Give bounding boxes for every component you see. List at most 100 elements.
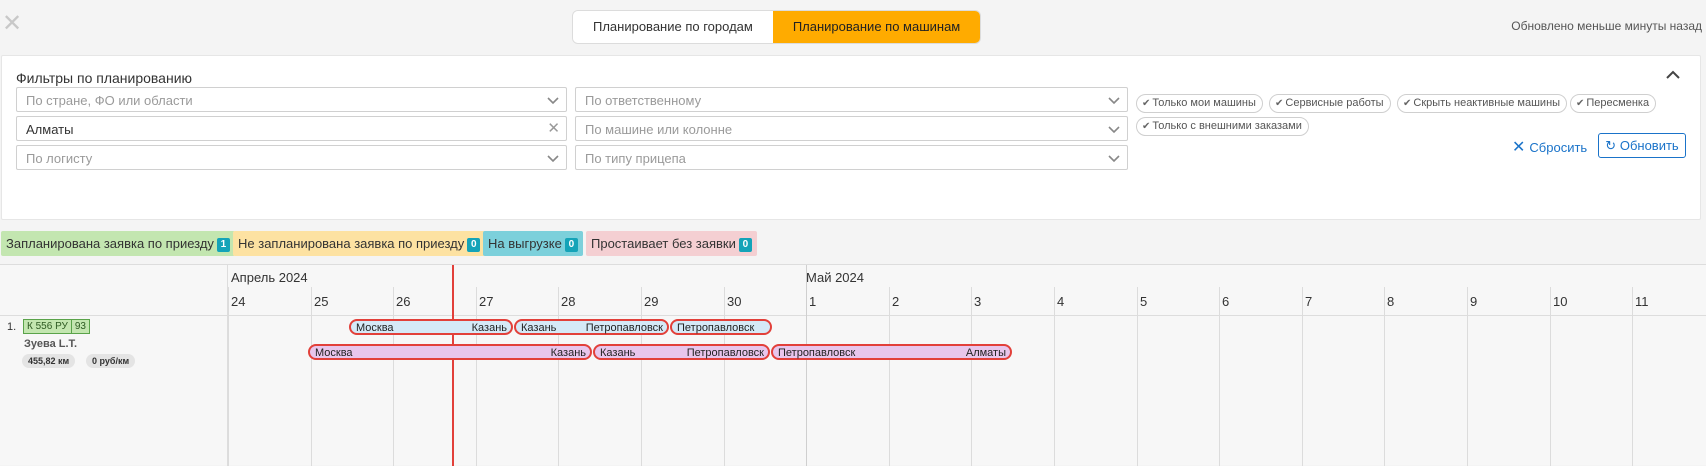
tab-by-cities[interactable]: Планирование по городам bbox=[573, 11, 773, 43]
chip-label: Скрыть неактивные машины bbox=[1413, 97, 1561, 109]
chevron-down-icon bbox=[547, 155, 559, 163]
count-badge: 0 bbox=[467, 238, 481, 252]
chevron-up-icon[interactable] bbox=[1664, 66, 1682, 84]
day-label: 7 bbox=[1305, 294, 1313, 309]
day-label: 11 bbox=[1635, 294, 1649, 309]
refresh-label: Обновить bbox=[1619, 138, 1679, 153]
chip-my-vehicles[interactable]: ✔ Только мои машины bbox=[1136, 94, 1263, 113]
day-label: 8 bbox=[1387, 294, 1395, 309]
trip-bar[interactable]: Москва Казань bbox=[308, 344, 592, 360]
day-label: 28 bbox=[561, 294, 576, 309]
chevron-down-icon bbox=[1108, 155, 1120, 163]
check-icon: ✔ bbox=[1576, 98, 1585, 109]
distance-badge: 455,82 км bbox=[22, 354, 76, 368]
day-label: 10 bbox=[1553, 294, 1568, 309]
day-label: 5 bbox=[1140, 294, 1148, 309]
plate-number: К 556 РУ bbox=[27, 321, 68, 332]
chip-external-orders[interactable]: ✔ Только с внешними заказами bbox=[1136, 117, 1309, 136]
filters-title: Фильтры по планированию bbox=[16, 70, 193, 86]
day-label: 30 bbox=[727, 294, 742, 309]
region-select-placeholder: По стране, ФО или области bbox=[26, 93, 193, 108]
count-badge: 1 bbox=[216, 238, 230, 252]
responsible-select[interactable]: По ответственному bbox=[575, 87, 1128, 112]
trip-bar[interactable]: Петропавловск bbox=[670, 319, 772, 335]
vehicle-column: 1. К 556 РУ 93 Зуева L.T. 455,82 км 0 ру… bbox=[0, 265, 228, 466]
trip-origin: Казань bbox=[521, 322, 557, 334]
chevron-down-icon bbox=[1108, 126, 1120, 134]
logist-select-placeholder: По логисту bbox=[26, 151, 93, 166]
chip-label: Только мои машины bbox=[1152, 97, 1256, 109]
tab-by-vehicles[interactable]: Планирование по машинам bbox=[772, 11, 981, 43]
clear-icon[interactable]: ✕ bbox=[547, 119, 560, 137]
chip-service-works[interactable]: ✔ Сервисные работы bbox=[1269, 94, 1391, 113]
day-label: 9 bbox=[1470, 294, 1478, 309]
month-label: Апрель 2024 bbox=[231, 270, 308, 285]
driver-name: Зуева L.T. bbox=[24, 338, 78, 350]
trip-bar[interactable]: Казань Петропавловск bbox=[514, 319, 669, 335]
city-select[interactable]: Алматы ✕ bbox=[16, 116, 567, 141]
day-label: 26 bbox=[396, 294, 411, 309]
day-divider bbox=[1219, 287, 1220, 466]
trailer-select-placeholder: По типу прицепа bbox=[585, 151, 686, 166]
planning-mode-switch: Планирование по городам Планирование по … bbox=[573, 11, 981, 43]
trip-bar[interactable]: Москва Казань bbox=[349, 319, 513, 335]
month-label: Май 2024 bbox=[806, 270, 864, 285]
legend-label: На выгрузке bbox=[488, 236, 562, 251]
close-icon: ✕ bbox=[1512, 139, 1526, 156]
trip-bar[interactable]: Казань Петропавловск bbox=[593, 344, 770, 360]
day-divider bbox=[1384, 287, 1385, 466]
refresh-button[interactable]: ↻ Обновить bbox=[1598, 133, 1686, 158]
chip-hide-inactive[interactable]: ✔ Скрыть неактивные машины bbox=[1397, 94, 1568, 113]
trip-bar[interactable]: Петропавловск Алматы bbox=[771, 344, 1012, 360]
region-select[interactable]: По стране, ФО или области bbox=[16, 87, 567, 112]
day-divider bbox=[476, 287, 477, 466]
day-label: 4 bbox=[1057, 294, 1065, 309]
chip-label: Пересменка bbox=[1586, 97, 1650, 109]
row-number: 1. bbox=[7, 321, 17, 333]
day-divider bbox=[558, 287, 559, 466]
license-plate[interactable]: К 556 РУ 93 bbox=[23, 319, 90, 334]
legend-label: Не запланирована заявка по приезду bbox=[238, 236, 465, 251]
check-icon: ✔ bbox=[1403, 98, 1412, 109]
top-bar: ✕ Планирование по городам Планирование п… bbox=[0, 0, 1706, 52]
day-divider bbox=[724, 287, 725, 466]
logist-select[interactable]: По логисту bbox=[16, 145, 567, 170]
count-badge: 0 bbox=[564, 238, 578, 252]
day-label: 27 bbox=[479, 294, 494, 309]
day-divider bbox=[1137, 287, 1138, 466]
chip-label: Сервисные работы bbox=[1285, 97, 1384, 109]
legend-unloading: На выгрузке 0 bbox=[483, 231, 583, 256]
trip-origin: Москва bbox=[356, 322, 394, 334]
header-divider bbox=[0, 315, 228, 316]
day-label: 2 bbox=[892, 294, 900, 309]
trailer-select[interactable]: По типу прицепа bbox=[575, 145, 1128, 170]
reset-button[interactable]: ✕ Сбросить bbox=[1512, 137, 1587, 157]
refresh-icon: ↻ bbox=[1605, 138, 1617, 153]
day-divider bbox=[1302, 287, 1303, 466]
chip-label: Только с внешними заказами bbox=[1152, 120, 1302, 132]
day-label: 6 bbox=[1222, 294, 1230, 309]
day-label: 3 bbox=[974, 294, 982, 309]
day-divider bbox=[1550, 287, 1551, 466]
updated-status: Обновлено меньше минуты назад bbox=[1511, 19, 1702, 33]
day-label: 29 bbox=[644, 294, 659, 309]
chevron-down-icon bbox=[547, 97, 559, 105]
trip-destination: Петропавловск bbox=[585, 322, 663, 334]
close-icon[interactable]: ✕ bbox=[2, 12, 22, 36]
plate-region: 93 bbox=[70, 320, 89, 333]
responsible-select-placeholder: По ответственному bbox=[585, 93, 702, 108]
day-divider bbox=[889, 287, 890, 466]
vehicle-select[interactable]: По машине или колонне bbox=[575, 116, 1128, 141]
day-divider bbox=[1467, 287, 1468, 466]
legend-unplanned: Не запланирована заявка по приезду 0 bbox=[233, 231, 486, 256]
legend-idle: Простаивает без заявки 0 bbox=[586, 231, 757, 256]
count-badge: 0 bbox=[738, 238, 752, 252]
day-label: 1 bbox=[809, 294, 817, 309]
vehicle-select-placeholder: По машине или колонне bbox=[585, 122, 733, 137]
trip-destination: Алматы bbox=[965, 347, 1006, 359]
chip-shift-change[interactable]: ✔ Пересменка bbox=[1570, 94, 1657, 113]
day-divider bbox=[641, 287, 642, 466]
trip-destination: Казань bbox=[550, 347, 586, 359]
legend-planned: Запланирована заявка по приезду 1 bbox=[1, 231, 235, 256]
header-divider bbox=[228, 315, 1706, 316]
